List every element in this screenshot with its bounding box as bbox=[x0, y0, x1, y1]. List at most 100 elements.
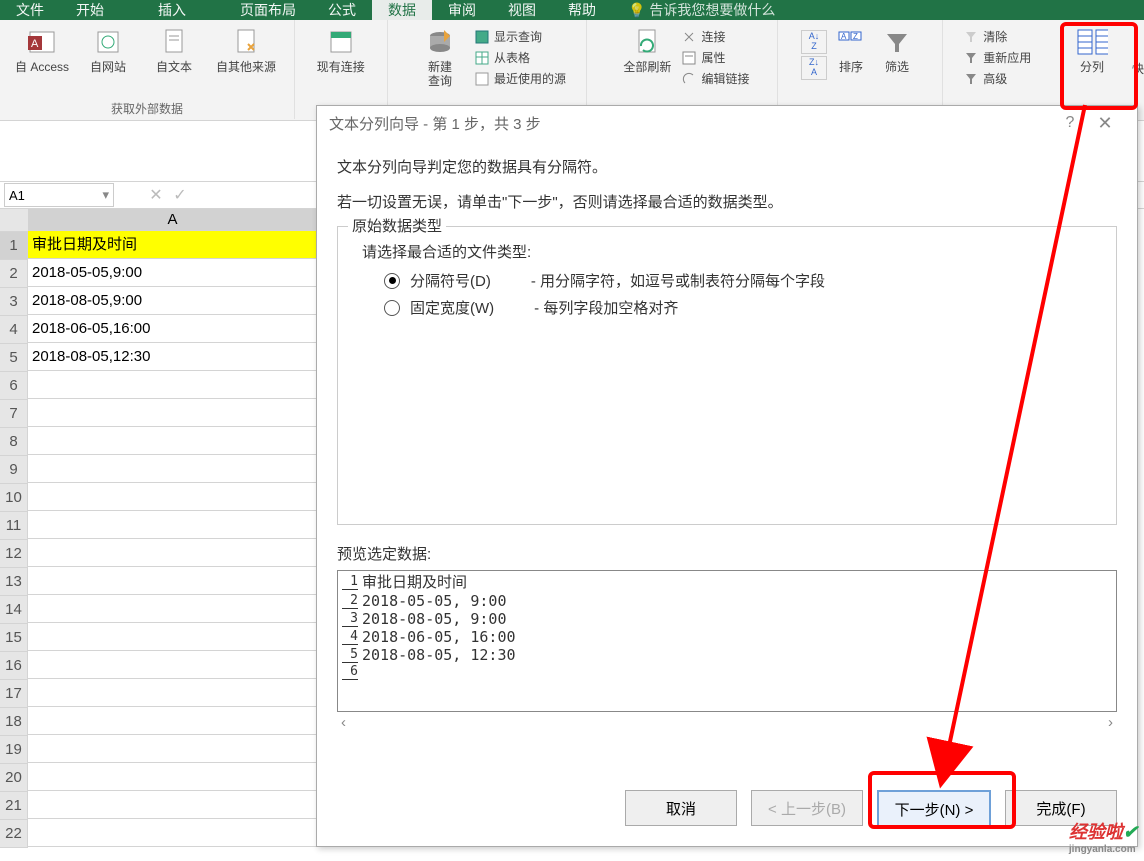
scroll-right-icon[interactable]: › bbox=[1108, 714, 1113, 731]
row-header[interactable]: 14 bbox=[0, 596, 28, 624]
row-header[interactable]: 15 bbox=[0, 624, 28, 652]
row-header[interactable]: 6 bbox=[0, 372, 28, 400]
dialog-close-button[interactable]: ✕ bbox=[1085, 113, 1125, 134]
row-header[interactable]: 12 bbox=[0, 540, 28, 568]
row-header[interactable]: 2 bbox=[0, 260, 28, 288]
row-header-1[interactable]: 1 bbox=[0, 232, 28, 260]
group-label-getdata: 获取外部数据 bbox=[111, 100, 183, 119]
choose-label: 请选择最合适的文件类型: bbox=[362, 241, 1100, 262]
from-text-button[interactable]: 自文本 bbox=[142, 24, 206, 76]
cell-A5[interactable]: 2018-08-05,12:30 bbox=[28, 343, 318, 371]
dialog-info-1: 文本分列向导判定您的数据具有分隔符。 bbox=[337, 156, 1117, 177]
cell-A4[interactable]: 2018-06-05,16:00 bbox=[28, 315, 318, 343]
tab-layout[interactable]: 页面布局 bbox=[224, 0, 312, 20]
cell-A3[interactable]: 2018-08-05,9:00 bbox=[28, 287, 318, 315]
cell[interactable] bbox=[28, 511, 318, 539]
clear-filter-button[interactable]: 清除 bbox=[963, 28, 1031, 45]
sort-za-button[interactable]: Z↓A bbox=[801, 56, 827, 80]
tab-help[interactable]: 帮助 bbox=[552, 0, 612, 20]
dialog-title: 文本分列向导 - 第 1 步，共 3 步 bbox=[329, 113, 541, 134]
cell-A2[interactable]: 2018-05-05,9:00 bbox=[28, 259, 318, 287]
enter-icon: ✓ bbox=[168, 185, 192, 205]
properties-button[interactable]: 属性 bbox=[681, 49, 749, 66]
row-header[interactable]: 9 bbox=[0, 456, 28, 484]
tab-file[interactable]: 文件 bbox=[0, 0, 60, 20]
from-web-button[interactable]: 自网站 bbox=[76, 24, 140, 76]
new-query-button[interactable]: 新建 查询 bbox=[408, 24, 472, 90]
existing-connections-button[interactable]: 现有连接 bbox=[309, 24, 373, 76]
radio-fixed-width[interactable] bbox=[384, 300, 400, 316]
cell[interactable] bbox=[28, 679, 318, 707]
row-header[interactable]: 20 bbox=[0, 764, 28, 792]
row-header[interactable]: 19 bbox=[0, 736, 28, 764]
cell[interactable] bbox=[28, 595, 318, 623]
edit-links-button[interactable]: 编辑链接 bbox=[681, 70, 749, 87]
row-header[interactable]: 7 bbox=[0, 400, 28, 428]
advanced-filter-button[interactable]: 高级 bbox=[963, 70, 1031, 87]
cell[interactable] bbox=[28, 399, 318, 427]
sort-button[interactable]: AZ排序 bbox=[829, 24, 873, 80]
select-all-corner[interactable] bbox=[0, 209, 29, 232]
cell[interactable] bbox=[28, 539, 318, 567]
reapply-button[interactable]: 重新应用 bbox=[963, 49, 1031, 66]
cell[interactable] bbox=[28, 427, 318, 455]
recent-sources-button[interactable]: 最近使用的源 bbox=[474, 70, 566, 87]
original-data-type-group: 原始数据类型 请选择最合适的文件类型: 分隔符号(D) - 用分隔字符，如逗号或… bbox=[337, 226, 1117, 525]
dialog-help-button[interactable]: ? bbox=[1055, 114, 1085, 132]
row-header[interactable]: 17 bbox=[0, 680, 28, 708]
text-to-columns-button[interactable]: 分列 bbox=[1060, 24, 1124, 76]
tab-review[interactable]: 审阅 bbox=[432, 0, 492, 20]
data-preview: 1审批日期及时间 22018-05-05, 9:00 32018-08-05, … bbox=[337, 570, 1117, 712]
sort-az-button[interactable]: A↓Z bbox=[801, 30, 827, 54]
row-header[interactable]: 21 bbox=[0, 792, 28, 820]
cell[interactable] bbox=[28, 567, 318, 595]
radio-delimited-label: 分隔符号(D) bbox=[410, 270, 491, 291]
refresh-all-button[interactable]: 全部刷新 bbox=[615, 24, 679, 87]
tell-me[interactable]: 💡 告诉我您想要做什么 bbox=[612, 0, 791, 20]
filter-button[interactable]: 筛选 bbox=[875, 24, 919, 80]
from-other-button[interactable]: 自其他来源 bbox=[208, 24, 284, 76]
cell[interactable] bbox=[28, 651, 318, 679]
cell[interactable] bbox=[28, 483, 318, 511]
watermark: 经验啦✔ jingyanla.com bbox=[1069, 818, 1138, 855]
row-header[interactable]: 13 bbox=[0, 568, 28, 596]
tab-data[interactable]: 数据 bbox=[372, 0, 432, 20]
cell[interactable] bbox=[28, 763, 318, 791]
cell-A1[interactable]: 审批日期及时间 bbox=[28, 231, 318, 259]
row-header[interactable]: 10 bbox=[0, 484, 28, 512]
tab-formula[interactable]: 公式 bbox=[312, 0, 372, 20]
next-button[interactable]: 下一步(N) > bbox=[877, 790, 991, 828]
from-access-button[interactable]: A自 Access bbox=[10, 24, 74, 76]
cancel-button[interactable]: 取消 bbox=[625, 790, 737, 826]
show-queries-button[interactable]: 显示查询 bbox=[474, 28, 566, 45]
tab-insert[interactable]: 插入 bbox=[142, 0, 224, 20]
fieldset-legend: 原始数据类型 bbox=[348, 215, 446, 236]
radio-fixed-label: 固定宽度(W) bbox=[410, 297, 494, 318]
col-header-A[interactable]: A bbox=[28, 209, 318, 231]
row-header[interactable]: 16 bbox=[0, 652, 28, 680]
tab-view[interactable]: 视图 bbox=[492, 0, 552, 20]
row-header[interactable]: 11 bbox=[0, 512, 28, 540]
name-box[interactable]: A1▾ bbox=[4, 183, 114, 207]
row-header[interactable]: 4 bbox=[0, 316, 28, 344]
row-header[interactable]: 8 bbox=[0, 428, 28, 456]
cell[interactable] bbox=[28, 791, 318, 819]
cell[interactable] bbox=[28, 623, 318, 651]
connections-button[interactable]: 连接 bbox=[681, 28, 749, 45]
cancel-icon: ✕ bbox=[144, 185, 168, 205]
cell[interactable] bbox=[28, 371, 318, 399]
row-header[interactable]: 5 bbox=[0, 344, 28, 372]
radio-delimited[interactable] bbox=[384, 273, 400, 289]
cell[interactable] bbox=[28, 707, 318, 735]
svg-text:Z: Z bbox=[853, 32, 858, 41]
from-table-button[interactable]: 从表格 bbox=[474, 49, 566, 66]
cell[interactable] bbox=[28, 455, 318, 483]
row-header[interactable]: 22 bbox=[0, 820, 28, 848]
row-header[interactable]: 18 bbox=[0, 708, 28, 736]
cell[interactable] bbox=[28, 735, 318, 763]
svg-text:A: A bbox=[841, 32, 847, 41]
cell[interactable] bbox=[28, 819, 318, 847]
row-header[interactable]: 3 bbox=[0, 288, 28, 316]
scroll-left-icon[interactable]: ‹ bbox=[341, 714, 346, 731]
tab-start[interactable]: 开始 bbox=[60, 0, 142, 20]
